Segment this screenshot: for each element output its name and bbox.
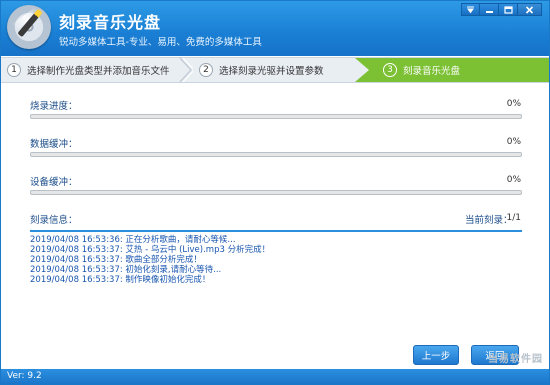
pin-button[interactable] — [461, 3, 480, 16]
data-buffer-bar — [30, 152, 522, 157]
disc-logo-icon — [7, 5, 51, 49]
device-buffer-value: 0% — [506, 175, 521, 185]
maximize-icon — [503, 5, 513, 14]
step-arrow — [355, 58, 369, 82]
log-divider — [30, 230, 522, 232]
title-bar: 刻录音乐光盘 锐动多媒体工具-专业、易用、免费的多媒体工具 — [1, 1, 549, 56]
step-label: 刻录音乐光盘 — [403, 66, 461, 77]
device-buffer-label: 设备缓冲： — [30, 177, 78, 188]
watermark-logo: 当易软件园 — [488, 354, 543, 365]
main-content: 烧录进度： 0% 数据缓冲： 0% 设备缓冲： 0% 刻录信息： 当前刻录： 1… — [1, 84, 549, 369]
minimize-button[interactable] — [480, 3, 499, 16]
device-buffer-bar — [30, 190, 522, 195]
status-bar: Ver: 9.2 — [1, 369, 549, 384]
pin-icon — [467, 6, 474, 13]
window-controls — [461, 3, 542, 16]
burn-log: 2019/04/08 16:53:36: 正在分析歌曲，请耐心等候... 201… — [30, 235, 522, 350]
step-number: 2 — [199, 63, 213, 77]
burn-progress-label: 烧录进度： — [30, 101, 78, 112]
wizard-steps: 1 选择制作光盘类型并添加音乐文件 2 选择刻录光驱并设置参数 3 刻录音乐光盘 — [1, 57, 549, 83]
step-burn-active: 3 刻录音乐光盘 — [369, 58, 549, 82]
step-label: 选择刻录光驱并设置参数 — [219, 66, 324, 77]
maximize-button[interactable] — [499, 3, 518, 16]
current-burn-label: 当前刻录： — [465, 215, 513, 226]
step-set-drive: 2 选择刻录光驱并设置参数 — [199, 58, 324, 82]
burn-progress-bar — [30, 114, 522, 119]
step-label: 选择制作光盘类型并添加音乐文件 — [27, 66, 170, 77]
burn-progress-value: 0% — [506, 99, 521, 109]
app-subtitle: 锐动多媒体工具-专业、易用、免费的多媒体工具 — [59, 37, 262, 48]
step-add-music: 1 选择制作光盘类型并添加音乐文件 — [7, 58, 170, 82]
version-label: Ver: 9.2 — [7, 371, 42, 381]
log-line: 2019/04/08 16:53:37: 艾热 - 乌云中 (Live).mp3… — [30, 245, 271, 255]
data-buffer-value: 0% — [506, 137, 521, 147]
step-separator-icon — [179, 58, 193, 82]
burn-info-label: 刻录信息： — [30, 215, 78, 226]
close-button[interactable] — [518, 3, 542, 16]
close-icon — [525, 5, 534, 14]
app-title: 刻录音乐光盘 — [59, 13, 162, 32]
log-line: 2019/04/08 16:53:36: 正在分析歌曲，请耐心等候... — [30, 235, 236, 245]
app-window: 刻录音乐光盘 锐动多媒体工具-专业、易用、免费的多媒体工具 1 选择制作光盘类型… — [0, 0, 550, 385]
data-buffer-label: 数据缓冲： — [30, 139, 78, 150]
log-line: 2019/04/08 16:53:37: 歌曲全部分析完成！ — [30, 255, 202, 265]
log-line: 2019/04/08 16:53:37: 初始化刻录,请耐心等待... — [30, 265, 222, 275]
step-number: 3 — [383, 63, 397, 77]
step-number: 1 — [7, 63, 21, 77]
current-burn-value: 1/1 — [506, 213, 521, 223]
minimize-icon — [485, 10, 493, 13]
log-line: 2019/04/08 16:53:37: 制作映像初始化完成！ — [30, 275, 211, 285]
previous-step-button[interactable]: 上一步 — [413, 345, 459, 365]
